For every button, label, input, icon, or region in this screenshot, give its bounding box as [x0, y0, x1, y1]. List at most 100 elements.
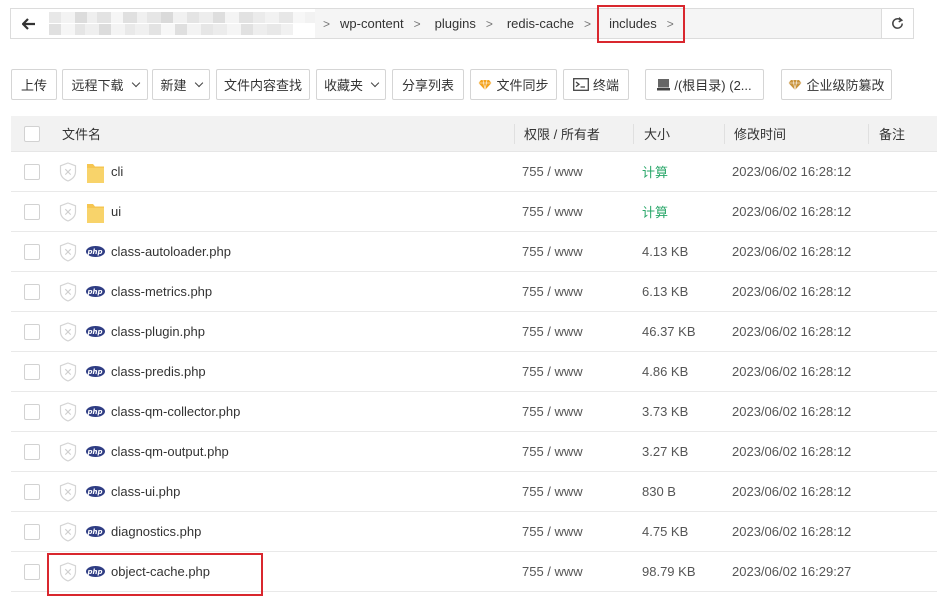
calculate-size-link[interactable]: 计算 [642, 152, 668, 191]
highlight-box-includes [597, 5, 685, 43]
header-note: 备注 [879, 116, 905, 151]
breadcrumb-item-wp-content[interactable]: wp-content > [330, 9, 425, 38]
php-file-icon: php [85, 406, 105, 417]
header-mtime[interactable]: 修改时间 [734, 116, 786, 151]
row-checkbox[interactable] [24, 323, 40, 340]
file-permission[interactable]: 755 / www [522, 552, 583, 591]
shield-icon [59, 201, 77, 222]
disk-button[interactable]: /(根目录) (2... [645, 69, 764, 100]
file-name[interactable]: class-plugin.php [111, 312, 205, 351]
table-row[interactable]: php class-plugin.php 755 / www 46.37 KB … [11, 312, 937, 352]
protect-status[interactable] [59, 272, 77, 311]
file-name[interactable]: cli [111, 152, 123, 191]
shield-icon [59, 401, 77, 422]
row-checkbox[interactable] [24, 243, 40, 260]
shield-icon [59, 481, 77, 502]
remote-download-button[interactable]: 远程下载 [62, 69, 148, 100]
row-checkbox[interactable] [24, 163, 40, 180]
breadcrumb-label: plugins [434, 16, 476, 31]
breadcrumb-item-plugins[interactable]: plugins > [425, 9, 497, 38]
file-permission[interactable]: 755 / www [522, 312, 583, 351]
shield-icon [59, 281, 77, 302]
protect-status[interactable] [59, 352, 77, 391]
row-checkbox[interactable] [24, 403, 40, 420]
protect-status[interactable] [59, 472, 77, 511]
protect-status[interactable] [59, 192, 77, 231]
file-name[interactable]: class-qm-collector.php [111, 392, 240, 431]
table-row[interactable]: ui 755 / www 计算 2023/06/02 16:28:12 [11, 192, 937, 232]
protect-status[interactable] [59, 512, 77, 551]
file-name[interactable]: class-autoloader.php [111, 232, 231, 271]
chevron-down-icon [194, 78, 203, 87]
protect-status[interactable] [59, 312, 77, 351]
row-checkbox[interactable] [24, 523, 40, 540]
file-permission[interactable]: 755 / www [522, 392, 583, 431]
file-size: 830 B [642, 484, 676, 499]
column-divider [514, 124, 515, 144]
table-row[interactable]: php class-qm-output.php 755 / www 3.27 K… [11, 432, 937, 472]
file-size: 3.73 KB [642, 404, 689, 419]
row-checkbox[interactable] [24, 483, 40, 500]
row-checkbox[interactable] [24, 283, 40, 300]
file-name[interactable]: diagnostics.php [111, 512, 201, 551]
row-checkbox[interactable] [24, 203, 40, 220]
file-permission[interactable]: 755 / www [522, 192, 583, 231]
file-permission[interactable]: 755 / www [522, 152, 583, 191]
file-type-icon-cell [84, 192, 106, 231]
favorites-button[interactable]: 收藏夹 [316, 69, 386, 100]
shield-icon [59, 241, 77, 262]
row-checkbox[interactable] [24, 443, 40, 460]
file-type-icon-cell: php [84, 512, 106, 551]
header-size[interactable]: 大小 [644, 116, 670, 151]
table-row[interactable]: php class-predis.php 755 / www 4.86 KB 2… [11, 352, 937, 392]
file-name[interactable]: class-metrics.php [111, 272, 212, 311]
upload-button[interactable]: 上传 [11, 69, 57, 100]
select-all-checkbox[interactable] [24, 125, 40, 142]
file-type-icon-cell: php [84, 312, 106, 351]
file-name[interactable]: ui [111, 192, 121, 231]
header-name[interactable]: 文件名 [62, 116, 101, 151]
table-row[interactable]: cli 755 / www 计算 2023/06/02 16:28:12 [11, 152, 937, 192]
protect-status[interactable] [59, 392, 77, 431]
header-permission[interactable]: 权限 / 所有者 [524, 116, 600, 151]
file-permission[interactable]: 755 / www [522, 512, 583, 551]
file-size: 6.13 KB [642, 284, 689, 299]
column-divider [724, 124, 725, 144]
shield-icon [59, 361, 77, 382]
file-sync-button[interactable]: 文件同步 [470, 69, 557, 100]
protect-status[interactable] [59, 432, 77, 471]
php-file-icon: php [85, 526, 105, 537]
enterprise-protect-button[interactable]: 企业级防篡改 [781, 69, 892, 100]
table-row[interactable]: php class-autoloader.php 755 / www 4.13 … [11, 232, 937, 272]
file-permission[interactable]: 755 / www [522, 472, 583, 511]
table-row[interactable]: php class-qm-collector.php 755 / www 3.7… [11, 392, 937, 432]
file-permission[interactable]: 755 / www [522, 432, 583, 471]
row-checkbox[interactable] [24, 363, 40, 380]
new-button[interactable]: 新建 [152, 69, 210, 100]
row-checkbox[interactable] [24, 563, 40, 580]
header-label: 大小 [644, 127, 671, 142]
protect-status[interactable] [59, 232, 77, 271]
file-permission[interactable]: 755 / www [522, 272, 583, 311]
table-row[interactable]: php class-metrics.php 755 / www 6.13 KB … [11, 272, 937, 312]
share-list-button[interactable]: 分享列表 [392, 69, 464, 100]
file-name[interactable]: class-predis.php [111, 352, 206, 391]
protect-status[interactable] [59, 152, 77, 191]
row-checkbox-cell [24, 472, 40, 511]
file-permission[interactable]: 755 / www [522, 352, 583, 391]
calculate-size-link[interactable]: 计算 [642, 192, 668, 231]
file-type-icon-cell: php [84, 232, 106, 271]
file-table: 文件名 权限 / 所有者 大小 修改时间 备注 cli 755 / www 计算… [11, 116, 937, 592]
refresh-button[interactable] [881, 9, 913, 38]
table-row[interactable]: php diagnostics.php 755 / www 4.75 KB 20… [11, 512, 937, 552]
file-permission[interactable]: 755 / www [522, 232, 583, 271]
content-search-button[interactable]: 文件内容查找 [216, 69, 310, 100]
file-mtime: 2023/06/02 16:28:12 [732, 444, 852, 459]
table-row[interactable]: php class-ui.php 755 / www 830 B 2023/06… [11, 472, 937, 512]
breadcrumb-item-redis-cache[interactable]: redis-cache > [497, 9, 595, 38]
file-mtime: 2023/06/02 16:28:12 [732, 364, 852, 379]
file-name[interactable]: class-ui.php [111, 472, 180, 511]
file-name[interactable]: class-qm-output.php [111, 432, 229, 471]
terminal-button[interactable]: 终端 [563, 69, 629, 100]
back-button[interactable] [11, 9, 47, 38]
